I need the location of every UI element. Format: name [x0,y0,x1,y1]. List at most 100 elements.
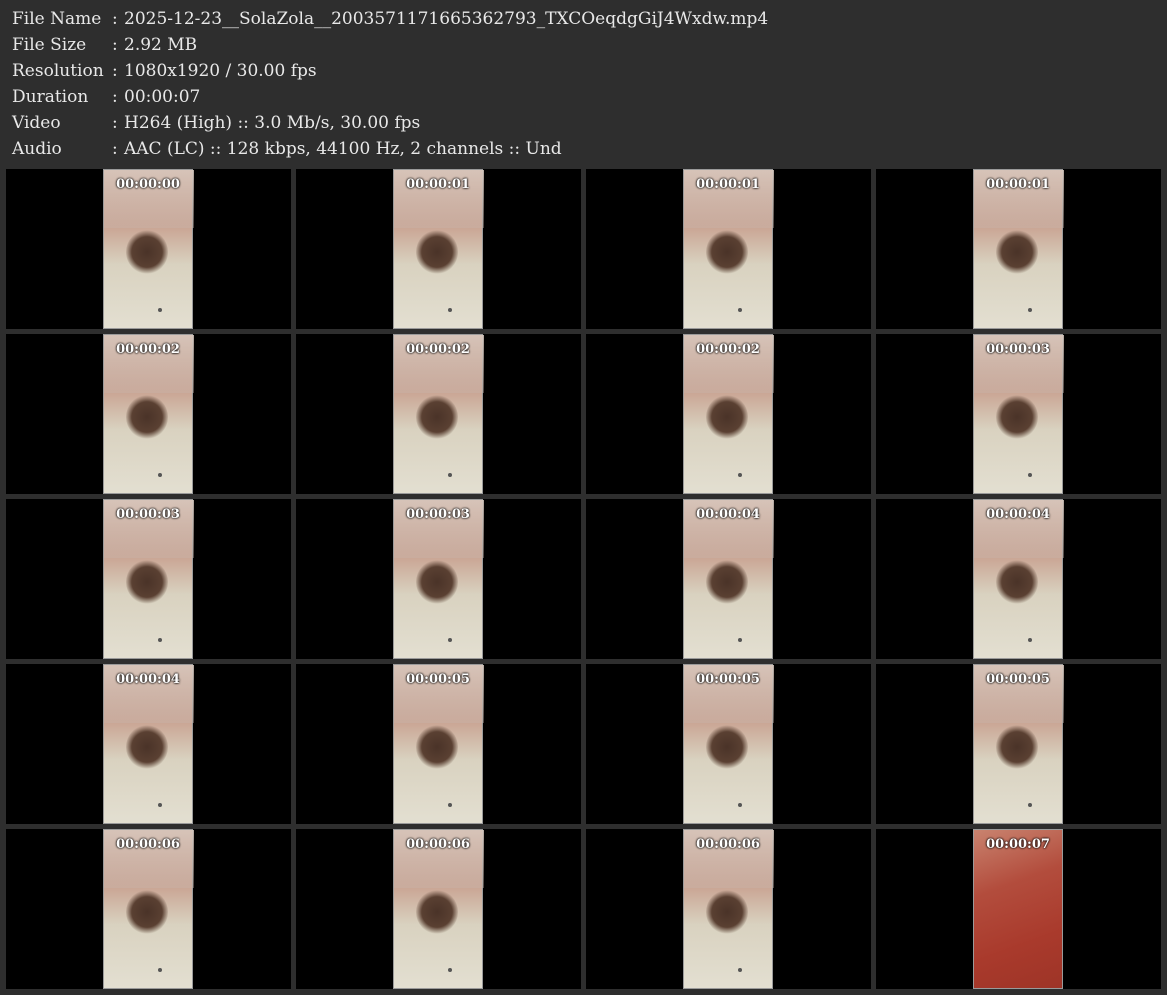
frame-timestamp: 00:00:00 [116,177,180,192]
thumbnail-cell[interactable]: 00:00:02 [6,334,291,494]
video-frame-image: 00:00:06 [683,829,774,989]
audio-value: AAC (LC) :: 128 kbps, 44100 Hz, 2 channe… [124,139,562,159]
frame-timestamp: 00:00:01 [986,177,1050,192]
separator: : [112,61,118,81]
thumbnail-cell[interactable]: 00:00:02 [586,334,871,494]
thumbnail-cell[interactable]: 00:00:05 [586,664,871,824]
frame-detail [996,230,1038,274]
video-frame-image: 00:00:05 [683,664,774,824]
thumbnail-grid: 00:00:00 00:00:01 00:00:01 00:00:01 00:00:02… [6,169,1161,989]
video-frame-image: 00:00:01 [393,169,484,329]
frame-timestamp: 00:00:02 [116,342,180,357]
frame-detail [1028,803,1032,807]
separator: : [112,9,118,29]
frame-detail [448,968,452,972]
video-frame-image: 00:00:04 [973,499,1064,659]
thumbnail-cell[interactable]: 00:00:01 [296,169,581,329]
frame-detail [416,890,458,934]
video-frame-image: 00:00:04 [683,499,774,659]
frame-timestamp: 00:00:06 [116,837,180,852]
frame-detail [738,968,742,972]
frame-detail [448,638,452,642]
frame-detail [448,803,452,807]
frame-timestamp: 00:00:06 [696,837,760,852]
thumbnail-cell[interactable]: 00:00:01 [586,169,871,329]
frame-timestamp: 00:00:04 [696,507,760,522]
thumbnail-cell[interactable]: 00:00:03 [6,499,291,659]
thumbnail-cell[interactable]: 00:00:07 [876,829,1161,989]
frame-timestamp: 00:00:03 [986,342,1050,357]
frame-timestamp: 00:00:05 [406,672,470,687]
thumbnail-cell[interactable]: 00:00:06 [296,829,581,989]
file-size-row: File Size : 2.92 MB [12,32,768,58]
video-frame-image: 00:00:06 [393,829,484,989]
video-frame-image: 00:00:03 [973,334,1064,494]
thumbnail-cell[interactable]: 00:00:00 [6,169,291,329]
thumbnail-cell[interactable]: 00:00:05 [876,664,1161,824]
frame-detail [448,473,452,477]
frame-timestamp: 00:00:06 [406,837,470,852]
thumbnail-cell[interactable]: 00:00:04 [6,664,291,824]
thumbnail-cell[interactable]: 00:00:05 [296,664,581,824]
frame-detail [996,725,1038,769]
thumbnail-cell[interactable]: 00:00:01 [876,169,1161,329]
frame-detail [416,230,458,274]
resolution-row: Resolution : 1080x1920 / 30.00 fps [12,58,768,84]
frame-detail [1028,638,1032,642]
separator: : [112,87,118,107]
separator: : [112,35,118,55]
frame-detail [158,473,162,477]
frame-detail [996,395,1038,439]
thumbnail-cell[interactable]: 00:00:04 [586,499,871,659]
frame-detail [416,560,458,604]
frame-detail [738,473,742,477]
file-name-value: 2025-12-23__SolaZola__200357117166536279… [124,9,769,29]
video-frame-image: 00:00:07 [973,829,1063,989]
thumbnail-cell[interactable]: 00:00:02 [296,334,581,494]
frame-timestamp: 00:00:05 [696,672,760,687]
file-name-label: File Name [12,9,102,29]
video-frame-image: 00:00:06 [103,829,194,989]
frame-detail [158,968,162,972]
frame-detail [706,725,748,769]
separator: : [112,113,118,133]
thumbnail-cell[interactable]: 00:00:03 [876,334,1161,494]
duration-row: Duration : 00:00:07 [12,84,768,110]
video-frame-image: 00:00:02 [103,334,194,494]
frame-detail [126,560,168,604]
video-label: Video [12,113,61,133]
file-name-row: File Name : 2025-12-23__SolaZola__200357… [12,6,768,32]
frame-timestamp: 00:00:02 [406,342,470,357]
file-size-value: 2.92 MB [124,35,198,55]
file-info-panel: File Name : 2025-12-23__SolaZola__200357… [12,6,768,162]
frame-detail [706,395,748,439]
video-frame-image: 00:00:03 [103,499,194,659]
frame-detail [126,725,168,769]
frame-timestamp: 00:00:01 [406,177,470,192]
frame-detail [738,308,742,312]
video-frame-image: 00:00:03 [393,499,484,659]
separator: : [112,139,118,159]
frame-detail [416,725,458,769]
video-frame-image: 00:00:01 [973,169,1064,329]
thumbnail-cell[interactable]: 00:00:04 [876,499,1161,659]
video-frame-image: 00:00:02 [393,334,484,494]
frame-timestamp: 00:00:05 [986,672,1050,687]
thumbnail-cell[interactable]: 00:00:06 [6,829,291,989]
frame-detail [706,560,748,604]
thumbnail-cell[interactable]: 00:00:06 [586,829,871,989]
frame-timestamp: 00:00:04 [116,672,180,687]
frame-detail [738,638,742,642]
frame-detail [738,803,742,807]
audio-label: Audio [12,139,62,159]
frame-detail [996,560,1038,604]
thumbnail-cell[interactable]: 00:00:03 [296,499,581,659]
frame-timestamp: 00:00:01 [696,177,760,192]
video-frame-image: 00:00:05 [973,664,1064,824]
frame-detail [706,230,748,274]
frame-detail [1028,473,1032,477]
frame-detail [706,890,748,934]
video-frame-image: 00:00:00 [103,169,194,329]
audio-row: Audio : AAC (LC) :: 128 kbps, 44100 Hz, … [12,136,768,162]
frame-detail [416,395,458,439]
